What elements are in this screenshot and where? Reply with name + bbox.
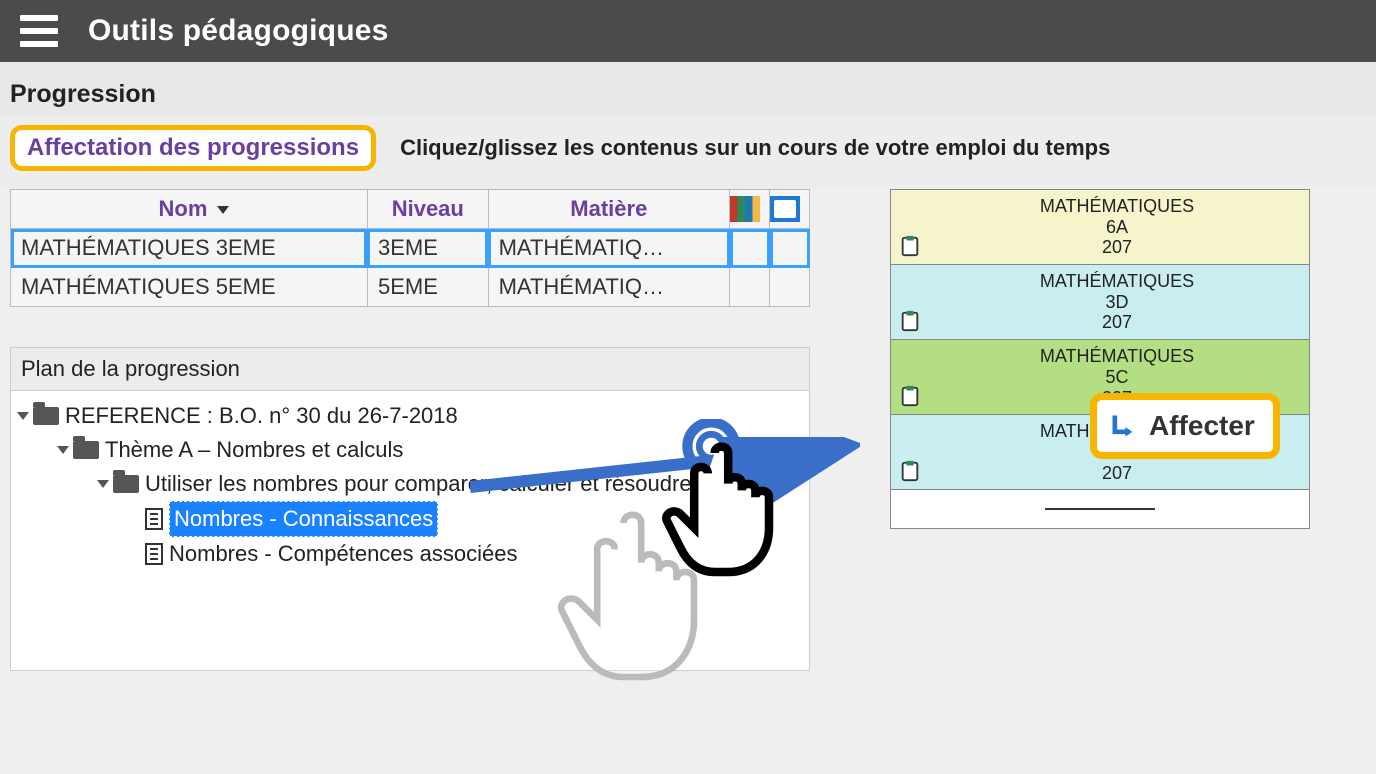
clipboard-icon: [899, 459, 921, 483]
main-area: Nom Niveau Matière MATHÉMATIQUES 3EME 3E…: [0, 189, 1376, 671]
tab-strip: Affectation des progressions Cliquez/gli…: [0, 115, 1376, 189]
leaf-label: Nombres - Compétences associées: [169, 537, 517, 571]
schedule-card[interactable]: MATHÉMATIQUES 6A 207: [891, 190, 1309, 265]
right-column: MATHÉMATIQUES 6A 207 MATHÉMATIQUES 3D 20…: [890, 189, 1310, 671]
card-room: 207: [933, 463, 1301, 484]
tree-leaf[interactable]: Nombres - Compétences associées: [145, 537, 803, 571]
app-title: Outils pédagogiques: [88, 14, 389, 48]
schedule-card[interactable]: MATHÉMATIQUES 3D 207: [891, 265, 1309, 340]
folder-icon: [33, 407, 59, 425]
col-name[interactable]: Nom: [11, 190, 368, 229]
class-icon: [770, 196, 800, 222]
plan-header: Plan de la progression: [10, 347, 810, 391]
card-room: 207: [933, 237, 1301, 258]
affecter-icon: [1109, 412, 1137, 440]
tree-node-sub[interactable]: Utiliser les nombres pour comparer, calc…: [97, 467, 803, 501]
cell-books: [730, 268, 770, 307]
node-label: Thème A – Nombres et calculs: [105, 433, 403, 467]
table-header: Nom Niveau Matière: [11, 190, 810, 229]
affecter-callout[interactable]: Affecter: [1090, 393, 1280, 459]
clipboard-icon: [899, 384, 921, 408]
schedule-cards: MATHÉMATIQUES 6A 207 MATHÉMATIQUES 3D 20…: [890, 189, 1310, 529]
cell-class: [770, 268, 810, 307]
table-row[interactable]: MATHÉMATIQUES 3EME 3EME MATHÉMATIQ…: [11, 229, 810, 268]
card-subject: MATHÉMATIQUES: [933, 346, 1301, 367]
card-class: 6A: [933, 217, 1301, 238]
page-icon: [145, 508, 163, 530]
card-class: 3D: [933, 292, 1301, 313]
cell-class: [770, 229, 810, 268]
card-class: 5C: [933, 367, 1301, 388]
col-class-icon[interactable]: [770, 190, 810, 229]
node-label: Utiliser les nombres pour comparer, calc…: [145, 467, 710, 501]
leaf-label-selected: Nombres - Connaissances: [169, 501, 438, 537]
tree-node-theme[interactable]: Thème A – Nombres et calculs: [57, 433, 803, 467]
hamburger-icon[interactable]: [20, 15, 58, 47]
clipboard-icon: [899, 309, 921, 333]
folder-icon: [113, 475, 139, 493]
expand-icon[interactable]: [97, 480, 109, 488]
tab-affectation[interactable]: Affectation des progressions: [10, 125, 376, 171]
cell-subject: MATHÉMATIQ…: [488, 229, 729, 268]
table-row[interactable]: MATHÉMATIQUES 5EME 5EME MATHÉMATIQ…: [11, 268, 810, 307]
affecter-label: Affecter: [1149, 410, 1255, 442]
left-column: Nom Niveau Matière MATHÉMATIQUES 3EME 3E…: [10, 189, 810, 671]
tab-label: Affectation des progressions: [27, 134, 359, 161]
books-icon: [730, 196, 760, 222]
page-title: Progression: [0, 62, 1376, 115]
schedule-empty-slot: [891, 490, 1309, 528]
expand-icon[interactable]: [17, 412, 29, 420]
cell-books: [730, 229, 770, 268]
progressions-table: Nom Niveau Matière MATHÉMATIQUES 3EME 3E…: [10, 189, 810, 307]
clipboard-icon: [899, 234, 921, 258]
tree-node-root[interactable]: REFERENCE : B.O. n° 30 du 26-7-2018: [17, 399, 803, 433]
help-text: Cliquez/glissez les contenus sur un cour…: [400, 135, 1110, 161]
cell-level: 3EME: [367, 229, 488, 268]
plan-body: REFERENCE : B.O. n° 30 du 26-7-2018 Thèm…: [10, 391, 810, 671]
page-icon: [145, 543, 163, 565]
divider: [1045, 508, 1155, 510]
card-subject: MATHÉMATIQUES: [933, 271, 1301, 292]
col-subject[interactable]: Matière: [488, 190, 729, 229]
expand-icon[interactable]: [57, 446, 69, 454]
cell-name: MATHÉMATIQUES 3EME: [11, 229, 368, 268]
table-body: MATHÉMATIQUES 3EME 3EME MATHÉMATIQ… MATH…: [11, 229, 810, 307]
node-label: REFERENCE : B.O. n° 30 du 26-7-2018: [65, 399, 458, 433]
cell-subject: MATHÉMATIQ…: [488, 268, 729, 307]
col-books-icon[interactable]: [730, 190, 770, 229]
tree-leaf-selected[interactable]: Nombres - Connaissances: [145, 501, 803, 537]
cell-level: 5EME: [367, 268, 488, 307]
app-header: Outils pédagogiques: [0, 0, 1376, 62]
folder-icon: [73, 441, 99, 459]
card-room: 207: [933, 312, 1301, 333]
card-subject: MATHÉMATIQUES: [933, 196, 1301, 217]
cell-name: MATHÉMATIQUES 5EME: [11, 268, 368, 307]
col-level[interactable]: Niveau: [367, 190, 488, 229]
